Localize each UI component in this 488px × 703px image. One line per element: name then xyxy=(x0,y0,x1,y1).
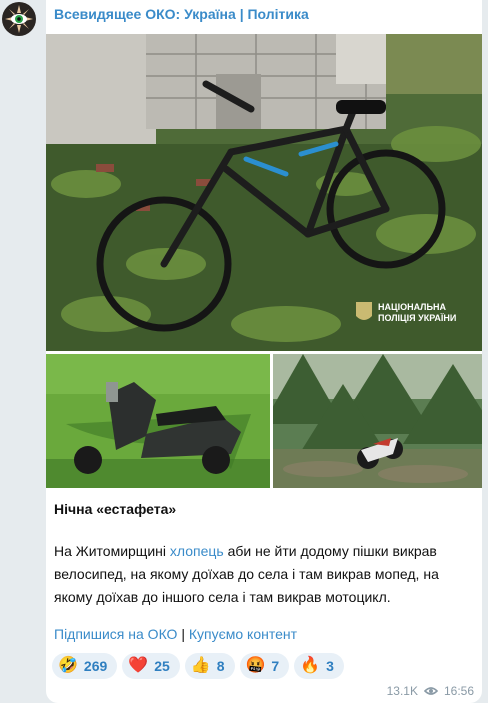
reactions-bar: 🤣 269 ❤️ 25 👍 8 🤬 7 🔥 3 xyxy=(52,653,344,679)
photo-bicycle[interactable]: НАЦІОНАЛЬНА ПОЛІЦІЯ УКРАЇНИ xyxy=(46,34,482,351)
thumbs-up-icon: 👍 xyxy=(190,657,211,674)
reaction-thumbs-up[interactable]: 👍 8 xyxy=(184,653,235,679)
links-separator: | xyxy=(177,626,189,642)
post-links-row: Підпишися на ОКО | Купуємо контент xyxy=(54,626,297,642)
buy-content-link[interactable]: Купуємо контент xyxy=(189,626,297,642)
reaction-fire[interactable]: 🔥 3 xyxy=(294,653,344,679)
eye-icon xyxy=(423,687,438,695)
heart-icon: ❤️ xyxy=(128,657,149,674)
reaction-rofl[interactable]: 🤣 269 xyxy=(52,653,118,679)
channel-avatar[interactable] xyxy=(2,2,36,36)
message-meta: 13.1K 16:56 xyxy=(387,684,474,698)
oko-eye-logo-icon xyxy=(5,5,33,33)
message-time: 16:56 xyxy=(443,684,474,698)
reaction-angry[interactable]: 🤬 7 xyxy=(239,653,290,679)
reaction-count: 3 xyxy=(326,658,334,674)
reaction-count: 8 xyxy=(216,658,225,674)
reaction-heart[interactable]: ❤️ 25 xyxy=(122,653,180,679)
channel-title[interactable]: Всевидящее ОКО: Україна | Політика xyxy=(54,6,309,22)
post-heading: Нічна «естафета» xyxy=(54,501,177,517)
reaction-count: 269 xyxy=(83,658,108,674)
reaction-count: 25 xyxy=(154,658,170,674)
watermark-line1: НАЦІОНАЛЬНА xyxy=(378,302,446,312)
hashtag-link[interactable]: хлопець xyxy=(170,543,224,559)
watermark-line2: ПОЛІЦІЯ УКРАЇНИ xyxy=(378,313,456,323)
message-bubble: Всевидящее ОКО: Україна | Політика НАЦІО… xyxy=(46,0,482,703)
subscribe-link[interactable]: Підпишися на ОКО xyxy=(54,626,177,642)
photo-scooter[interactable] xyxy=(46,354,270,488)
post-text: На Житомирщині хлопець аби не йти додому… xyxy=(54,540,474,609)
reaction-count: 7 xyxy=(271,658,280,674)
photo-motorcycle[interactable] xyxy=(273,354,482,488)
angry-face-icon: 🤬 xyxy=(245,657,266,674)
rofl-icon: 🤣 xyxy=(58,657,78,674)
post-text-part1: На Житомирщині xyxy=(54,543,170,559)
views-count: 13.1K xyxy=(386,684,418,698)
fire-icon: 🔥 xyxy=(300,657,321,674)
